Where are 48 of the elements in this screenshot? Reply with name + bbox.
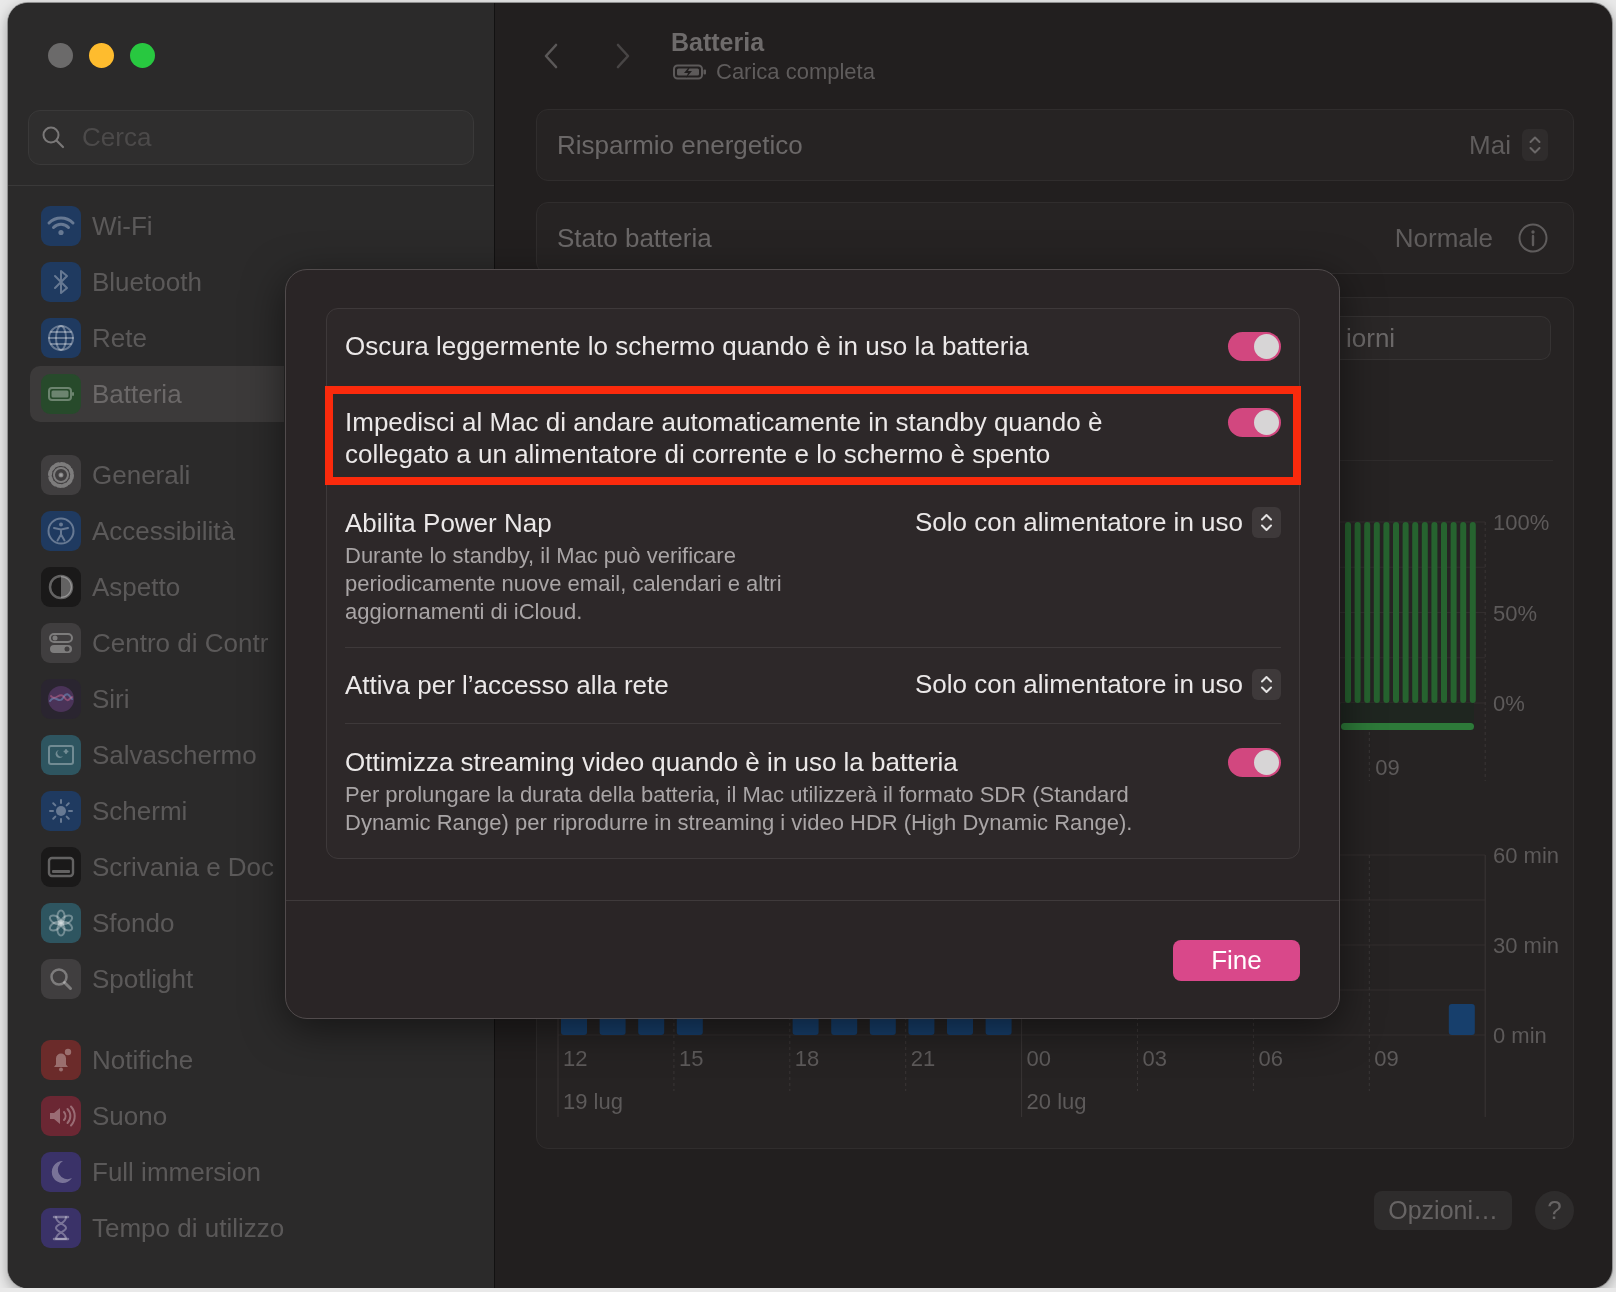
flower-icon [41,903,81,943]
chevron-updown-icon [1252,507,1281,538]
toggles-icon [41,623,81,663]
setting-description: Per prolungare la durata della batteria, il Mac utilizzerà il formato SDR (Standard Dynamic Range) per riprodurre in streaming i video HDR (High Dynamic Range). [345,781,1134,837]
setting-description: Durante lo standby, il Mac può verificare periodicamente nuove email, calendari e altri aggiornamenti di iCloud. [345,542,783,626]
moon-icon [41,1152,81,1192]
speaker-icon [41,1096,81,1136]
toggle-switch[interactable] [1228,332,1281,361]
bell-icon [41,1040,81,1080]
options-button[interactable]: Opzioni… [1374,1191,1512,1230]
chevron-updown-icon [1252,669,1281,700]
zoom-button[interactable] [130,43,155,68]
magnifier-icon [41,959,81,999]
setting-label: Risparmio energetico [557,129,804,161]
globe-icon [41,318,81,358]
toggle-switch[interactable] [1228,408,1281,437]
search-icon [41,125,65,149]
usage-bar [1448,1004,1475,1035]
setting-value: Normale [1394,222,1493,254]
help-button[interactable]: ? [1535,1191,1574,1230]
window-icon [41,847,81,887]
battery-bolt-icon [673,64,707,80]
popup-button[interactable]: Solo con alimentatore in uso [914,669,1281,700]
setting-label: Attiva per l’accesso alla rete [345,669,670,701]
wifi-icon [41,206,81,246]
setting-label: Oscura leggermente lo schermo quando è in uso la batteria [345,330,1030,362]
popup-button[interactable]: Solo con alimentatore in uso [914,507,1281,538]
gear-icon [41,455,81,495]
setting-label: Stato batteria [557,222,713,254]
minimize-button[interactable] [89,43,114,68]
toggle-switch[interactable] [1228,748,1281,777]
page-title: Batteria [671,27,766,57]
battery-icon [41,374,81,414]
bluetooth-icon [41,262,81,302]
hourglass-icon [41,1208,81,1248]
segmented-control[interactable]: iorni [1338,316,1551,360]
sun-icon [41,791,81,831]
setting-label: Impedisci al Mac di andare automaticamente in standby quando è collegato a un alimentatore di corrente e lo schermo è spento [345,406,1104,470]
contrast-icon [41,567,81,607]
done-button[interactable]: Fine [1173,940,1300,981]
orb-icon [41,679,81,719]
popup-button[interactable]: Mai [1469,129,1548,161]
chevron-updown-icon [1522,129,1548,161]
setting-label: Ottimizza streaming video quando è in uso la batteria [345,746,959,778]
setting-label: Abilita Power Nap [345,507,553,539]
screen-moon-icon [41,735,81,775]
battery-status-text: Carica completa [716,59,875,85]
accessibility-icon [41,511,81,551]
